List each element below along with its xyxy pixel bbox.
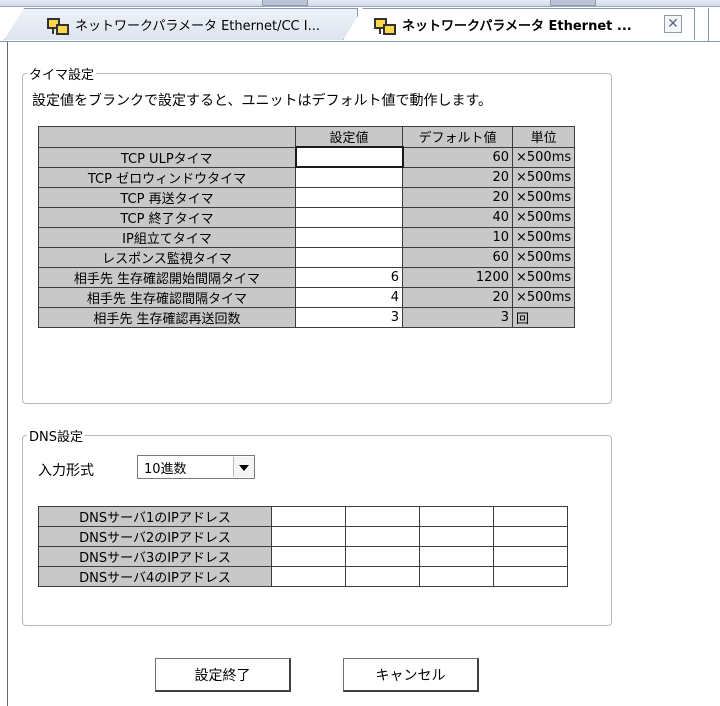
tab-strip-edge: [708, 8, 720, 42]
row-label: 相手先 生存確認再送回数: [38, 306, 296, 328]
default-value: 20: [402, 186, 513, 208]
finish-settings-button[interactable]: 設定終了: [155, 658, 291, 692]
unit: 回: [511, 306, 576, 328]
dns-server-table: DNSサーバ1のIPアドレス DNSサーバ2のIPアドレス DNSサーバ3のIP…: [38, 506, 568, 587]
ip-octet-cell[interactable]: [419, 566, 494, 587]
setting-value-cell[interactable]: [294, 146, 404, 168]
input-format-label: 入力形式: [38, 463, 94, 479]
ip-octet-cell[interactable]: [271, 566, 346, 587]
tab-label: ネットワークパラメータ Ethernet ...: [402, 19, 632, 34]
ip-octet-cell[interactable]: [419, 526, 494, 547]
default-value: 60: [402, 146, 513, 168]
row-label: IP組立てタイマ: [38, 226, 296, 248]
unit: ×500ms: [511, 186, 576, 208]
table-row: IP組立てタイマ 10 ×500ms: [38, 226, 576, 248]
table-row: 相手先 生存確認間隔タイマ 4 20 ×500ms: [38, 286, 576, 308]
table-row: 相手先 生存確認再送回数 3 3 回: [38, 306, 576, 328]
row-label: 相手先 生存確認開始間隔タイマ: [38, 266, 296, 288]
ip-octet-cell[interactable]: [419, 506, 494, 527]
scroll-nub: [550, 0, 596, 6]
input-format-value: 10進数: [144, 461, 187, 477]
table-row: TCP 再送タイマ 20 ×500ms: [38, 186, 576, 208]
unit: ×500ms: [511, 166, 576, 188]
ip-octet-cell[interactable]: [493, 506, 568, 527]
ip-octet-cell[interactable]: [345, 526, 420, 547]
unit: ×500ms: [511, 146, 576, 168]
default-value: 20: [402, 166, 513, 188]
unit: ×500ms: [511, 206, 576, 228]
column-header-setting: 設定値: [295, 126, 403, 148]
table-row: TCP ULPタイマ 60 ×500ms: [38, 146, 576, 168]
table-row: 相手先 生存確認開始間隔タイマ 6 1200 ×500ms: [38, 266, 576, 288]
row-label: レスポンス監視タイマ: [38, 246, 296, 268]
divider: [0, 41, 720, 42]
default-value: 1200: [402, 266, 513, 288]
setting-value-cell[interactable]: [295, 206, 403, 228]
close-icon[interactable]: ✕: [664, 15, 682, 33]
table-row: DNSサーバ4のIPアドレス: [38, 566, 568, 587]
ip-octet-cell[interactable]: [271, 506, 346, 527]
timer-settings-legend: タイマ設定: [29, 68, 95, 83]
dns-server-label: DNSサーバ4のIPアドレス: [38, 566, 272, 587]
setting-value-cell[interactable]: [295, 246, 403, 268]
ip-octet-cell[interactable]: [271, 546, 346, 567]
default-value: 20: [402, 286, 513, 308]
setting-value-cell[interactable]: 6: [295, 266, 403, 288]
ip-octet-cell[interactable]: [345, 506, 420, 527]
dialog-border: [7, 42, 8, 706]
unit: ×500ms: [511, 286, 576, 308]
setting-value-cell[interactable]: 3: [295, 306, 403, 328]
column-header: [38, 126, 296, 148]
default-value: 60: [402, 246, 513, 268]
ip-octet-cell[interactable]: [493, 526, 568, 547]
tab-network-parameter-ethernet[interactable]: ネットワークパラメータ Ethernet ... ✕: [343, 8, 695, 40]
ip-octet-cell[interactable]: [271, 526, 346, 547]
window-top-band: [0, 0, 720, 7]
row-label: 相手先 生存確認間隔タイマ: [38, 286, 296, 308]
row-label: TCP 終了タイマ: [38, 206, 296, 228]
setting-value-cell[interactable]: [295, 226, 403, 248]
tab-strip: ネットワークパラメータ Ethernet/CC I... ネットワークパラメータ…: [0, 0, 720, 42]
table-row: DNSサーバ2のIPアドレス: [38, 526, 568, 547]
table-row: TCP 終了タイマ 40 ×500ms: [38, 206, 576, 228]
setting-value-cell[interactable]: [295, 166, 403, 188]
input-format-select[interactable]: 10進数: [137, 455, 255, 479]
dns-settings-legend: DNS設定: [29, 430, 83, 445]
default-value: 40: [402, 206, 513, 228]
row-label: TCP ULPタイマ: [38, 146, 296, 168]
network-module-icon: [47, 16, 69, 35]
tab-label: ネットワークパラメータ Ethernet/CC I...: [75, 19, 320, 34]
default-value: 3: [402, 306, 513, 328]
setting-value-cell[interactable]: [295, 186, 403, 208]
ip-octet-cell[interactable]: [419, 546, 494, 567]
table-row: TCP ゼロウィンドウタイマ 20 ×500ms: [38, 166, 576, 188]
setting-value-cell[interactable]: 4: [295, 286, 403, 308]
row-label: TCP ゼロウィンドウタイマ: [38, 166, 296, 188]
dns-server-label: DNSサーバ3のIPアドレス: [38, 546, 272, 567]
timer-table: 設定値 デフォルト値 単位 TCP ULPタイマ 60 ×500ms TCP ゼ…: [38, 126, 576, 328]
network-module-icon: [374, 16, 396, 35]
table-row: DNSサーバ3のIPアドレス: [38, 546, 568, 567]
table-row: DNSサーバ1のIPアドレス: [38, 506, 568, 527]
table-header-row: 設定値 デフォルト値 単位: [38, 126, 576, 148]
timer-note: 設定値をブランクで設定すると、ユニットはデフォルト値で動作します。: [32, 93, 493, 109]
chevron-down-icon[interactable]: [233, 457, 254, 477]
table-row: レスポンス監視タイマ 60 ×500ms: [38, 246, 576, 268]
unit: ×500ms: [511, 246, 576, 268]
ip-octet-cell[interactable]: [345, 566, 420, 587]
column-header-default: デフォルト値: [402, 126, 513, 148]
unit: ×500ms: [511, 226, 576, 248]
ip-octet-cell[interactable]: [493, 546, 568, 567]
dns-server-label: DNSサーバ2のIPアドレス: [38, 526, 272, 547]
row-label: TCP 再送タイマ: [38, 186, 296, 208]
dns-server-label: DNSサーバ1のIPアドレス: [38, 506, 272, 527]
default-value: 10: [402, 226, 513, 248]
tab-network-parameter-ethernet-cc[interactable]: ネットワークパラメータ Ethernet/CC I...: [4, 8, 358, 40]
cancel-button[interactable]: キャンセル: [343, 658, 479, 692]
ip-octet-cell[interactable]: [493, 566, 568, 587]
unit: ×500ms: [511, 266, 576, 288]
ip-octet-cell[interactable]: [345, 546, 420, 567]
column-header-unit: 単位: [511, 126, 576, 148]
scroll-nub: [262, 0, 308, 6]
